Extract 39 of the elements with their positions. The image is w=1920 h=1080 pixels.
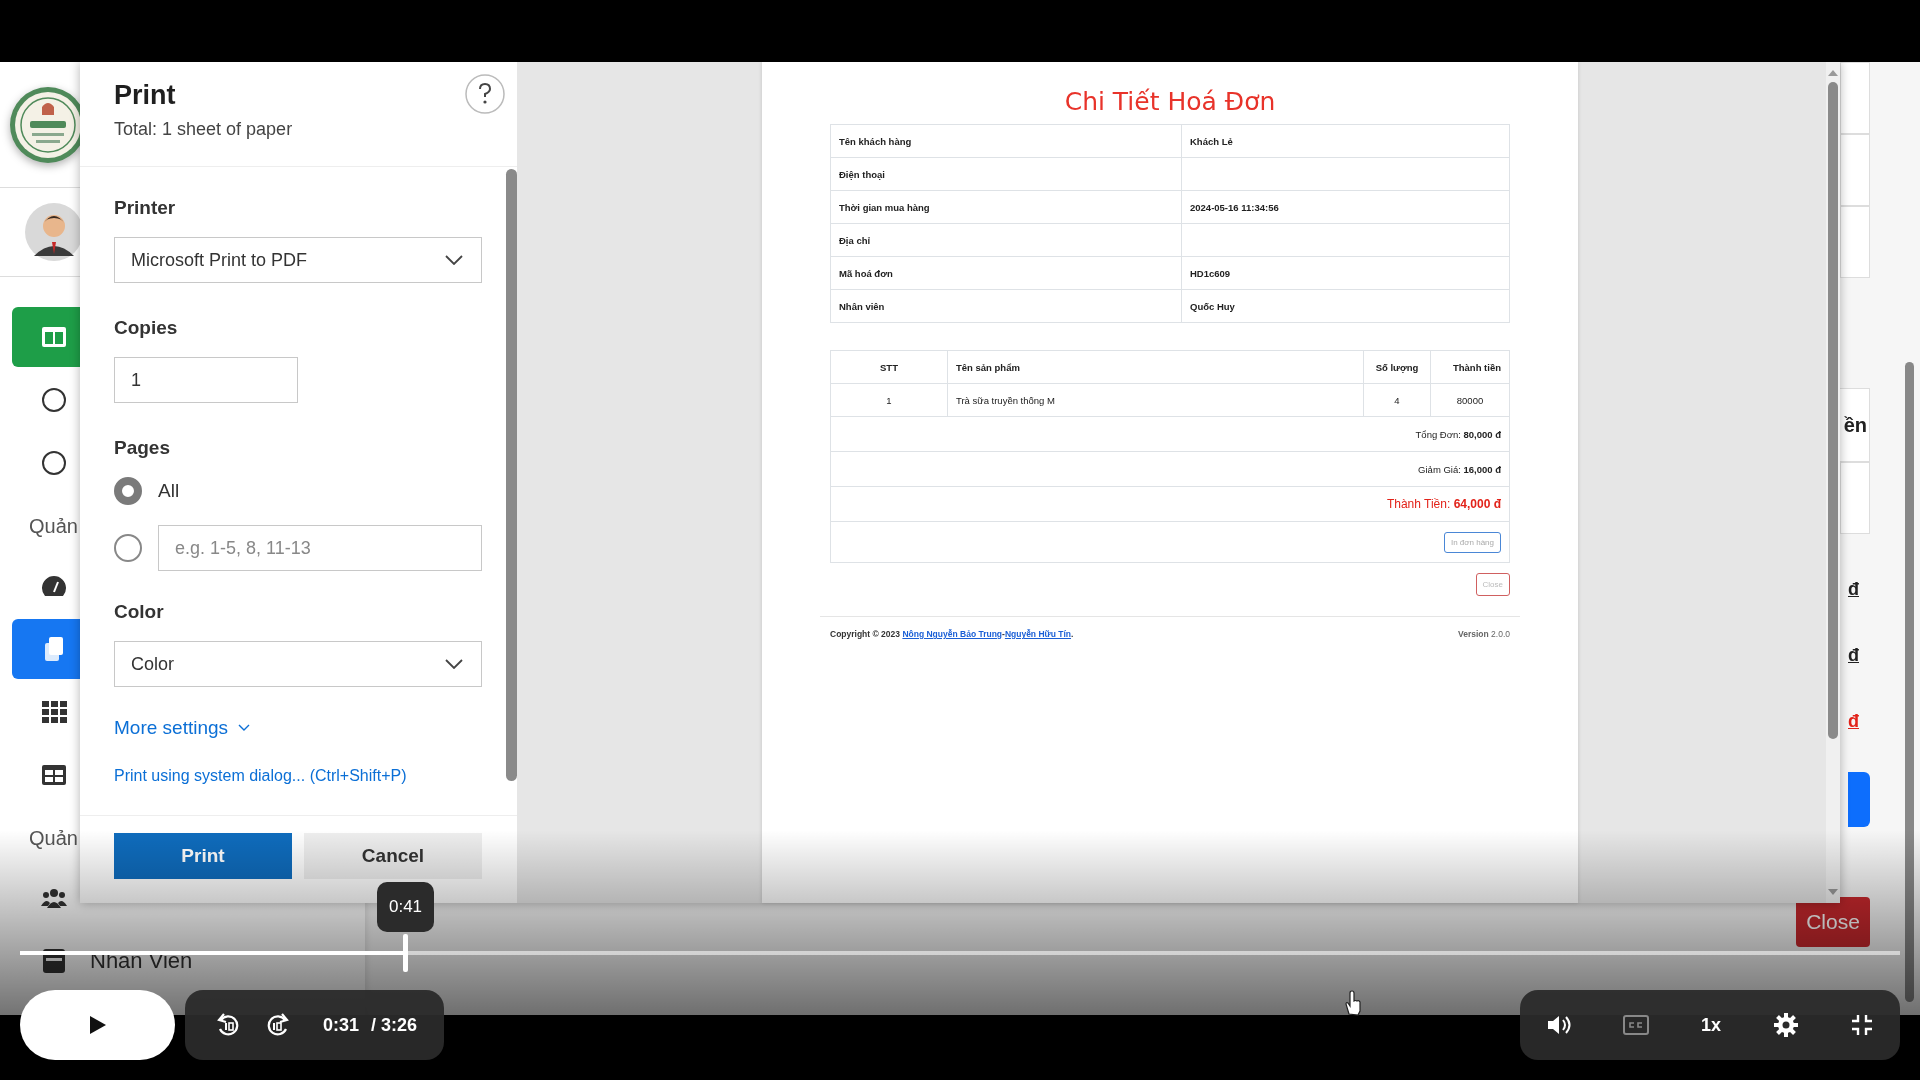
- table-cell: Mã hoá đơn: [830, 256, 1182, 290]
- currency-symbol: đ: [1848, 645, 1860, 666]
- table-cell: Quốc Huy: [1181, 289, 1510, 323]
- hover-time-tooltip: 0:41: [377, 882, 434, 932]
- summary-cell: Giảm Giá: 16,000 đ: [830, 451, 1510, 487]
- table-cell: 80000: [1430, 383, 1510, 417]
- table-cell: Nhân viên: [830, 289, 1182, 323]
- summary-cell: Tổng Đơn: 80,000 đ: [830, 416, 1510, 452]
- table-cell: 1: [830, 383, 948, 417]
- currency-symbol: đ: [1848, 711, 1860, 732]
- table-cell: Địa chỉ: [830, 223, 1182, 257]
- duration-time: / 3:26: [371, 1014, 418, 1036]
- invoice-title: Chi Tiết Hoá Đơn: [1064, 87, 1276, 116]
- column-header: Tên sản phẩm: [947, 350, 1364, 384]
- table-cell: 2024-05-16 11:34:56: [1181, 190, 1510, 224]
- table-cell: Điện thoại: [830, 157, 1182, 191]
- table-cell: 4: [1363, 383, 1431, 417]
- sidebar-heading: Quản: [29, 513, 78, 539]
- summary-cell: Thành Tiền: 64,000 đ: [830, 486, 1510, 522]
- printer-label: Printer: [114, 197, 176, 219]
- pages-label: Pages: [114, 437, 170, 459]
- copyright-text: Copyright © 2023 Nông Nguyễn Bảo Trung-Nguyễn Hữu Tín.: [830, 629, 1074, 639]
- dialog-title: Print: [114, 80, 177, 111]
- color-label: Color: [114, 601, 164, 623]
- sheet-count: Total: 1 sheet of paper: [114, 119, 293, 140]
- sidebar-heading: Quản: [29, 825, 78, 851]
- current-time: 0:31: [323, 1014, 360, 1036]
- version-text: Version 2.0.0: [1458, 629, 1510, 639]
- table-cell: Trà sữa truyền thống M: [947, 383, 1364, 417]
- table-cell: Thời gian mua hàng: [830, 190, 1182, 224]
- column-header: STT: [830, 350, 948, 384]
- table-cell: Tên khách hàng: [830, 124, 1182, 158]
- table-cell: Khách Lẻ: [1181, 124, 1510, 158]
- table-cell: HD1c609: [1181, 256, 1510, 290]
- column-header: Thành tiền: [1430, 350, 1510, 384]
- copies-label: Copies: [114, 317, 178, 339]
- column-header: Số lượng: [1363, 350, 1431, 384]
- currency-symbol: đ: [1848, 579, 1860, 600]
- radio-label: All: [158, 480, 180, 502]
